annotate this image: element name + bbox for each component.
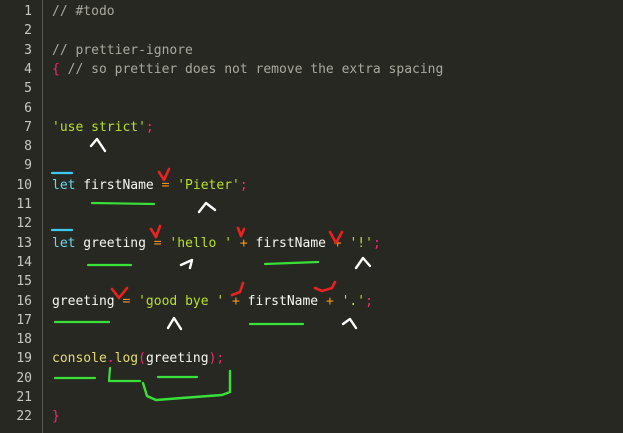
code-token-ident — [232, 236, 240, 251]
code-token-keyword: let — [52, 177, 76, 193]
code-token-op: + — [325, 293, 334, 309]
code-line[interactable]: 7 'use strict'; — [0, 118, 623, 137]
code-token-string: 'use strict' — [52, 119, 146, 135]
code-token-func: console — [52, 351, 107, 367]
code-token-ident — [130, 294, 138, 309]
code-line[interactable]: 19 console.log(greeting); — [0, 349, 623, 368]
code-token-ident: firstName — [239, 293, 326, 309]
code-line[interactable]: 11 — [0, 195, 623, 214]
line-number: 17 — [16, 312, 32, 328]
line-number: 3 — [24, 42, 32, 58]
code-text[interactable]: let firstName = 'Pieter'; — [52, 176, 248, 195]
code-text[interactable]: greeting = 'good bye ' + firstName + '.'… — [52, 292, 373, 311]
code-token-ident: greeting — [75, 235, 154, 251]
code-token-punct: ; — [145, 119, 154, 135]
line-number: 19 — [16, 351, 32, 367]
code-token-func: log — [114, 351, 139, 367]
line-number: 4 — [24, 61, 32, 77]
code-text[interactable]: 'use strict'; — [52, 118, 154, 137]
code-line[interactable]: 5 — [0, 79, 623, 98]
code-line[interactable]: 21 — [0, 388, 623, 407]
code-token-string: '!' — [349, 235, 373, 251]
line-number: 7 — [24, 119, 32, 135]
code-line[interactable]: 15 — [0, 272, 623, 291]
code-token-op: + — [232, 293, 240, 309]
code-line[interactable]: 17 — [0, 311, 623, 330]
code-token-op: + — [239, 235, 248, 251]
line-number: 2 — [24, 23, 32, 39]
code-line[interactable]: 18 — [0, 330, 623, 349]
code-line[interactable]: 20 — [0, 369, 623, 388]
code-text[interactable]: // prettier-ignore — [52, 41, 193, 60]
code-line[interactable]: 13 let greeting = 'hello ' + firstName + … — [0, 234, 623, 253]
line-number: 15 — [16, 274, 32, 290]
code-line[interactable]: 6 — [0, 99, 623, 118]
code-token-punct: { — [52, 61, 60, 77]
line-number: 16 — [16, 293, 32, 309]
line-number: 18 — [16, 332, 32, 348]
code-line[interactable]: 10 let firstName = 'Pieter'; — [0, 176, 623, 195]
code-text[interactable]: console.log(greeting); — [52, 349, 224, 368]
code-text[interactable]: } — [52, 407, 60, 426]
code-line[interactable]: 8 — [0, 137, 623, 156]
line-number: 10 — [16, 177, 32, 193]
code-text[interactable]: // #todo — [52, 2, 115, 21]
code-token-punct: ( — [138, 351, 146, 367]
code-token-comment: // #todo — [52, 4, 115, 19]
line-number: 12 — [16, 216, 32, 232]
code-token-punct: } — [52, 409, 60, 425]
code-token-ident — [224, 294, 232, 309]
code-token-string: '.' — [341, 293, 366, 309]
code-token-punct: ; — [216, 351, 225, 367]
code-line[interactable]: 9 — [0, 156, 623, 175]
line-number: 21 — [16, 390, 32, 405]
code-token-ident: greeting — [52, 293, 123, 309]
code-token-punct: ; — [239, 177, 248, 193]
code-token-ident — [334, 294, 342, 309]
code-token-comment: // so prettier does not remove the extra… — [59, 61, 444, 77]
code-line[interactable]: 4 { // so prettier does not remove the ex… — [0, 60, 623, 79]
code-token-keyword: let — [52, 235, 76, 251]
code-token-punct: . — [106, 351, 115, 367]
line-number: 9 — [24, 158, 32, 174]
line-number: 5 — [24, 81, 32, 97]
code-token-punct: ; — [372, 235, 381, 251]
code-line[interactable]: 1 // #todo — [0, 2, 623, 21]
code-token-comment: // prettier-ignore — [52, 42, 193, 58]
code-token-string: 'Pieter' — [177, 177, 240, 193]
code-line[interactable]: 22} — [0, 407, 623, 426]
code-token-op: = — [153, 235, 162, 251]
code-line[interactable]: 14 — [0, 253, 623, 272]
code-token-string: 'good bye ' — [138, 293, 225, 309]
line-number: 13 — [16, 235, 32, 251]
code-token-string: 'hello ' — [169, 235, 233, 251]
line-number: 20 — [16, 370, 32, 386]
code-token-ident: firstName — [75, 177, 162, 193]
code-text[interactable]: let greeting = 'hello ' + firstName + '!… — [52, 234, 381, 253]
code-line[interactable]: 3 // prettier-ignore — [0, 41, 623, 60]
code-editor[interactable]: 1 // #todo 2 3 // prettier-ignore 4 { // so pr… — [0, 0, 623, 433]
line-number: 11 — [16, 197, 32, 212]
line-number: 22 — [16, 409, 32, 425]
line-number: 1 — [24, 4, 32, 19]
code-token-op: + — [333, 235, 342, 251]
line-number: 14 — [16, 254, 32, 270]
code-line[interactable]: 2 — [0, 21, 623, 40]
code-line[interactable]: 12 — [0, 214, 623, 233]
line-number: 8 — [24, 139, 32, 155]
line-number: 6 — [24, 100, 32, 116]
code-token-ident: firstName — [247, 235, 334, 251]
code-line[interactable]: 16 greeting = 'good bye ' + firstName + '… — [0, 292, 623, 311]
code-text[interactable]: { // so prettier does not remove the ext… — [52, 60, 443, 79]
code-token-punct: ; — [365, 293, 373, 309]
code-token-ident: greeting — [145, 351, 209, 367]
